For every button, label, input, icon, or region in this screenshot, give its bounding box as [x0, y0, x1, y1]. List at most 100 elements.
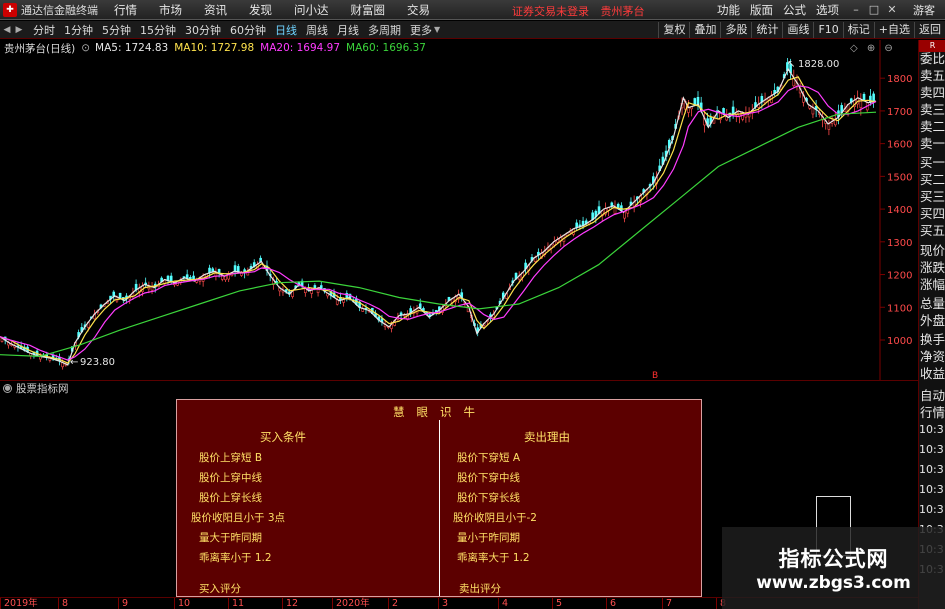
- menu-ask[interactable]: 问小达: [294, 2, 329, 18]
- period-15min[interactable]: 15分钟: [140, 22, 176, 38]
- minimize-icon[interactable]: –: [849, 3, 863, 17]
- side-item[interactable]: 买五: [919, 220, 945, 239]
- period-daily[interactable]: 日线: [275, 22, 297, 38]
- candle-body: [236, 266, 240, 273]
- menu-layout[interactable]: 版面: [750, 2, 773, 18]
- ma60-line: [0, 111, 877, 358]
- quote-side-panel: R 委比 卖五 卖四 卖三 卖二 卖一 买一 买二 买三 买四 买五 现价 涨跌 涨幅 总量 外盘 换手 净资 收益…: [918, 40, 945, 609]
- indicator-header: ● 股票指标网: [0, 380, 918, 395]
- watermark-title: 指标公式网: [778, 547, 889, 571]
- restore-rights-button[interactable]: 复权: [658, 22, 689, 38]
- indicator-settings-icon[interactable]: ●: [3, 383, 12, 393]
- overlay-button[interactable]: 叠加: [689, 22, 720, 38]
- sell-reason-3: 股价下穿长线: [457, 492, 520, 504]
- indicator-name[interactable]: 股票指标网: [16, 381, 69, 396]
- price-tick-label: 1800: [887, 74, 912, 85]
- date-tick-label: 3: [438, 598, 448, 609]
- period-5min[interactable]: 5分钟: [102, 22, 131, 38]
- candles: [0, 57, 875, 370]
- period-multi[interactable]: 多周期: [368, 22, 401, 38]
- ma20-value: MA20: 1694.97: [260, 42, 341, 54]
- date-tick-label: 4: [498, 598, 508, 609]
- buy-condition-4: 股价收阳且小于 3点: [191, 512, 286, 524]
- sell-reason-4: 股价收阴且小于-2: [453, 512, 537, 524]
- period-timeshare[interactable]: 分时: [33, 22, 55, 38]
- side-item[interactable]: 外盘: [919, 310, 945, 329]
- menu-trade[interactable]: 交易: [407, 2, 430, 18]
- menu-options[interactable]: 选项: [816, 2, 839, 18]
- back-button[interactable]: 返回: [914, 22, 945, 38]
- more-dropdown-icon[interactable]: ▼: [434, 25, 440, 34]
- side-item[interactable]: 涨幅: [919, 274, 945, 293]
- low-arrow-icon: ←: [70, 357, 78, 368]
- mark-button[interactable]: 标记: [842, 22, 874, 38]
- sell-reason-2: 股价下穿中线: [457, 472, 520, 484]
- b-signal-label: B: [652, 371, 658, 380]
- login-status[interactable]: 证券交易未登录 贵州茅台: [512, 3, 645, 19]
- chart-zoom-controls[interactable]: ◇ ⊕ ⊖: [850, 43, 896, 54]
- menu-market[interactable]: 市场: [159, 2, 182, 18]
- date-tick-label: 8: [58, 598, 68, 609]
- low-price-label: 923.80: [80, 357, 115, 368]
- app-logo-icon: ✚: [3, 2, 17, 17]
- title-stock-name: 贵州茅台: [600, 5, 645, 18]
- toolbar-right: 复权 叠加 多股 统计 画线 F10 标记 +自选 返回: [658, 21, 945, 39]
- candle-body: [872, 93, 875, 102]
- period-more[interactable]: 更多: [410, 22, 432, 38]
- buy-score-label: 买入评分: [199, 583, 241, 595]
- menu-function[interactable]: 功能: [717, 2, 740, 18]
- right-menu: 功能 版面 公式 选项 – □ ✕ 游客: [717, 0, 945, 20]
- sell-reason-5: 量小于昨同期: [457, 532, 520, 544]
- chart-settings-icon[interactable]: ⊙: [81, 42, 90, 54]
- maximize-icon[interactable]: □: [867, 3, 881, 17]
- close-icon[interactable]: ✕: [885, 3, 899, 17]
- statistics-button[interactable]: 统计: [751, 22, 782, 38]
- buy-condition-3: 股价上穿长线: [199, 492, 262, 504]
- kline-chart[interactable]: 1000 1100 1200 1300 1400 1500 1600 1700 1800 182…: [0, 40, 918, 380]
- side-time: 10:31: [919, 503, 945, 516]
- ma5-value: MA5: 1724.83: [95, 42, 169, 54]
- popup-divider: [439, 420, 440, 596]
- menu-discover[interactable]: 发现: [249, 2, 272, 18]
- app-title: 通达信金融终端: [21, 3, 98, 17]
- price-tick-label: 1600: [887, 140, 912, 151]
- multi-stock-button[interactable]: 多股: [720, 22, 751, 38]
- prev-arrow-icon[interactable]: ◀: [2, 25, 12, 35]
- date-tick-label: 5: [552, 598, 562, 609]
- sell-reason-6: 乖离率大于 1.2: [457, 552, 530, 564]
- date-tick-label: 12: [282, 598, 298, 609]
- period-1min[interactable]: 1分钟: [64, 22, 93, 38]
- chart-markers: 1828.00 ↖ ← 923.80 B: [70, 59, 839, 380]
- add-watchlist-button[interactable]: +自选: [873, 22, 914, 38]
- price-tick-label: 1300: [887, 238, 912, 249]
- price-tick-label: 1400: [887, 205, 912, 216]
- date-tick-label: 2: [388, 598, 398, 609]
- period-weekly[interactable]: 周线: [306, 22, 328, 38]
- menu-news[interactable]: 资讯: [204, 2, 227, 18]
- candle-body: [687, 107, 690, 113]
- date-tick-label: 7: [662, 598, 672, 609]
- side-item[interactable]: 卖一: [919, 133, 945, 152]
- menu-quotes[interactable]: 行情: [114, 2, 137, 18]
- candle-body: [696, 96, 700, 105]
- f10-button[interactable]: F10: [813, 22, 842, 38]
- menu-formula[interactable]: 公式: [783, 2, 806, 18]
- period-30min[interactable]: 30分钟: [185, 22, 221, 38]
- buy-condition-1: 股价上穿短 B: [199, 452, 263, 464]
- date-tick-label: 11: [228, 598, 244, 609]
- period-monthly[interactable]: 月线: [337, 22, 359, 38]
- draw-line-button[interactable]: 画线: [782, 22, 813, 38]
- guest-label[interactable]: 游客: [913, 2, 935, 18]
- side-time: 10:31: [919, 483, 945, 496]
- price-axis: 1000 1100 1200 1300 1400 1500 1600 1700 1800: [879, 40, 912, 380]
- candle-body: [233, 265, 237, 272]
- login-status-text: 证券交易未登录: [512, 5, 589, 18]
- side-time: 10:31: [919, 423, 945, 436]
- side-item[interactable]: 行情: [919, 402, 945, 421]
- period-60min[interactable]: 60分钟: [230, 22, 266, 38]
- next-arrow-icon[interactable]: ▶: [14, 25, 24, 35]
- stock-label[interactable]: 贵州茅台(日线): [4, 41, 75, 56]
- side-item[interactable]: 收益: [919, 363, 945, 382]
- menu-wealth[interactable]: 财富圈: [351, 2, 386, 18]
- popup-title: 慧眼识牛: [393, 405, 487, 419]
